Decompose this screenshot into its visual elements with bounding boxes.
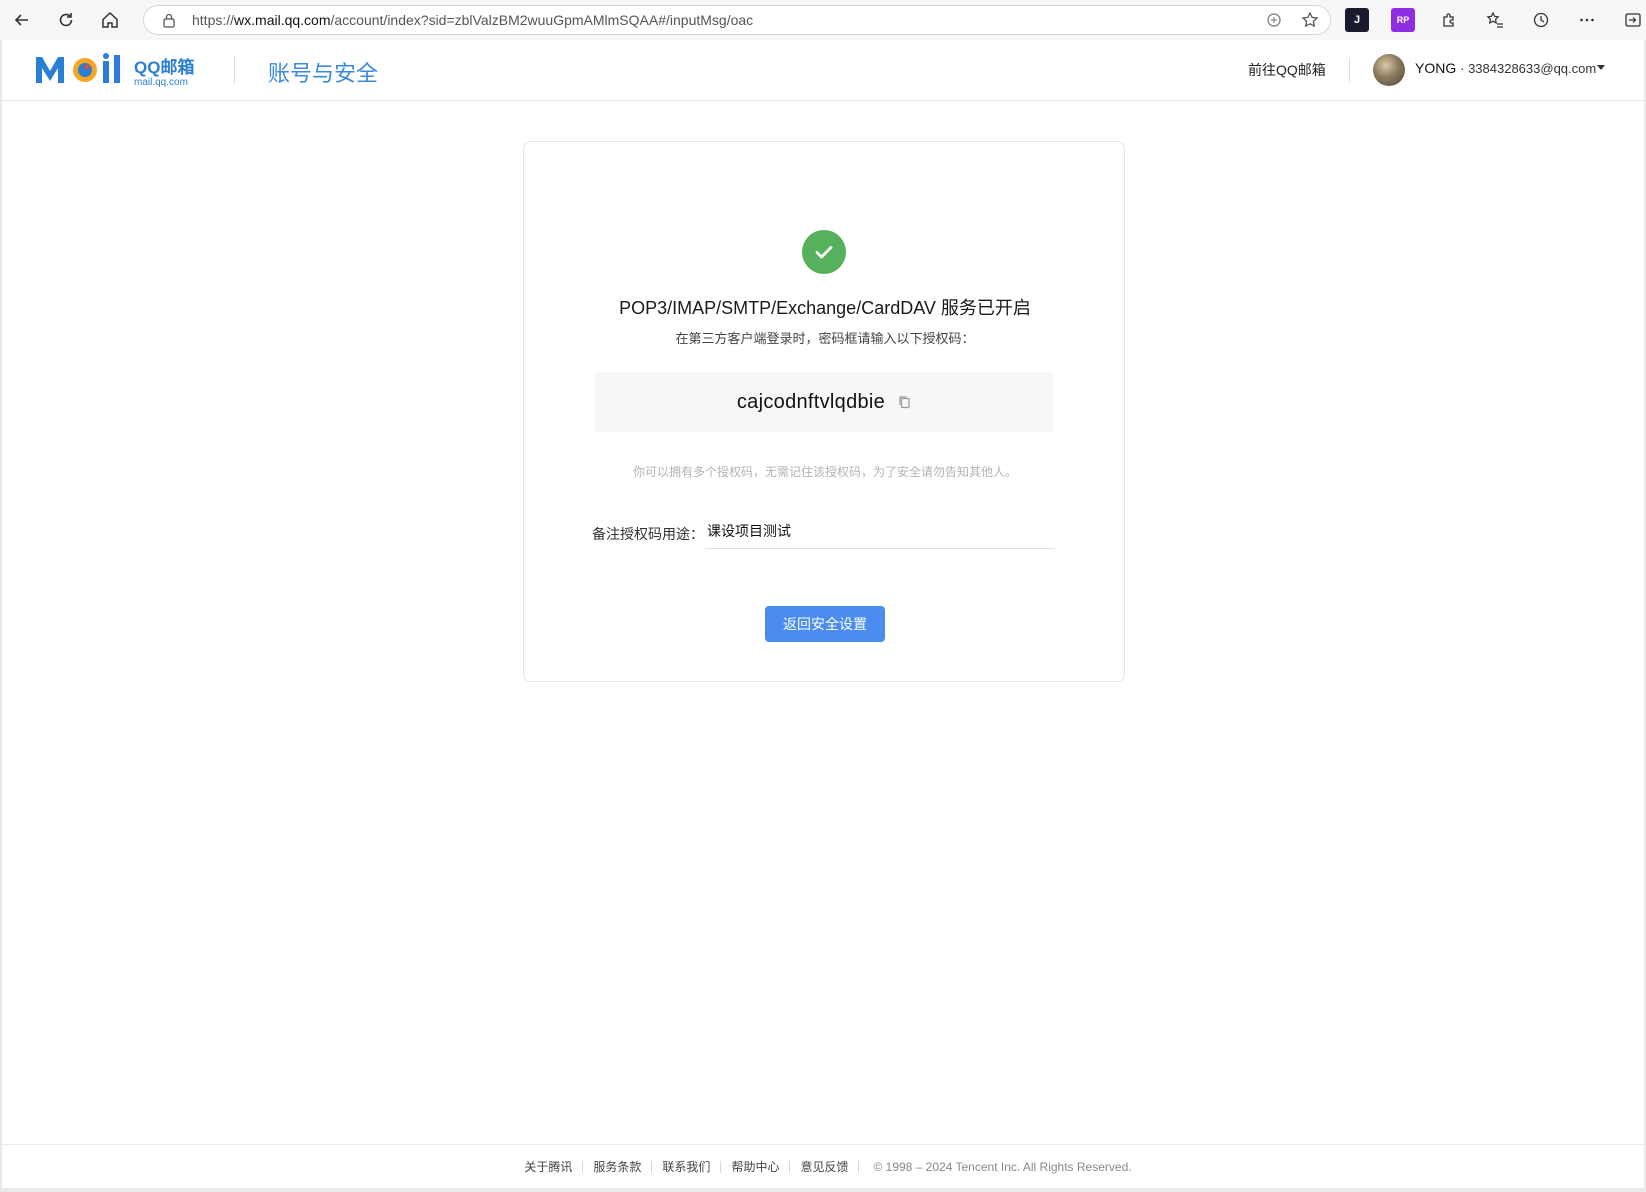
chevron-down-icon[interactable]: [1597, 65, 1605, 70]
back-to-security-button[interactable]: 返回安全设置: [765, 606, 885, 642]
user-email: · 3384328633@qq.com: [1460, 61, 1597, 76]
footer-link-help[interactable]: 帮助中心: [721, 1158, 789, 1175]
footer-link-about[interactable]: 关于腾讯: [514, 1158, 582, 1175]
service-subtitle: 在第三方客户端登录时，密码框请输入以下授权码：: [675, 331, 975, 346]
favorite-star-icon[interactable]: [1300, 10, 1320, 30]
logo-mark: [34, 52, 128, 95]
window-border-bottom: [0, 1188, 1646, 1192]
footer: 关于腾讯 服务条款 联系我们 帮助中心 意见反馈 © 1998 – 2024 T…: [2, 1144, 1644, 1188]
footer-link-contact[interactable]: 联系我们: [652, 1158, 720, 1175]
qq-mail-logo[interactable]: QQ邮箱 mail.qq.com: [34, 52, 194, 95]
auth-code-text[interactable]: cajcodnftvlqdbie: [737, 391, 885, 414]
auth-code-hint: 你可以拥有多个授权码，无需记住该授权码，为了安全请勿告知其他人。: [632, 465, 1017, 479]
favorites-list-icon[interactable]: [1483, 8, 1507, 32]
refresh-icon[interactable]: [44, 0, 88, 40]
history-icon[interactable]: [1529, 8, 1553, 32]
window-border-left: [0, 40, 2, 1192]
extension-rp-icon[interactable]: RP: [1391, 8, 1415, 32]
footer-copyright: © 1998 – 2024 Tencent Inc. All Rights Re…: [873, 1159, 1132, 1174]
avatar[interactable]: [1373, 54, 1405, 86]
remark-input[interactable]: [705, 513, 1055, 549]
address-bar[interactable]: https://wx.mail.qq.com/account/index?sid…: [143, 5, 1331, 35]
footer-link-feedback[interactable]: 意见反馈: [790, 1158, 858, 1175]
remark-label: 备注授权码用途：: [592, 526, 704, 542]
logo-domain-text: mail.qq.com: [134, 77, 188, 88]
page-header: QQ邮箱 mail.qq.com 账号与安全 前往QQ邮箱 YONG · 338…: [2, 40, 1644, 101]
lock-icon[interactable]: [154, 12, 184, 28]
header-divider-right: [1349, 58, 1350, 82]
logo-cn-text: QQ邮箱: [134, 58, 195, 77]
read-aloud-icon[interactable]: [1264, 10, 1284, 30]
success-check-icon: [802, 230, 846, 274]
footer-link-terms[interactable]: 服务条款: [583, 1158, 651, 1175]
more-menu-icon[interactable]: [1575, 8, 1599, 32]
service-enabled-title: POP3/IMAP/SMTP/Exchange/CardDAV 服务已开启: [619, 298, 1031, 318]
header-divider: [234, 56, 235, 84]
user-name: YONG: [1415, 60, 1457, 76]
home-icon[interactable]: [88, 0, 132, 40]
extensions-puzzle-icon[interactable]: [1437, 8, 1461, 32]
url-text: https://wx.mail.qq.com/account/index?sid…: [192, 12, 754, 28]
auth-code-box: cajcodnftvlqdbie: [594, 372, 1054, 432]
back-arrow-icon[interactable]: [0, 0, 44, 40]
copy-icon[interactable]: [897, 395, 911, 409]
page-title: 账号与安全: [268, 61, 379, 86]
goto-mail-link[interactable]: 前往QQ邮箱: [1248, 60, 1326, 80]
extension-j-icon[interactable]: J: [1345, 8, 1369, 32]
user-account-menu[interactable]: YONG · 3384328633@qq.com: [1415, 60, 1596, 76]
auth-code-card: POP3/IMAP/SMTP/Exchange/CardDAV 服务已开启 在第…: [523, 141, 1125, 682]
sidebar-toggle-icon[interactable]: [1621, 8, 1645, 32]
